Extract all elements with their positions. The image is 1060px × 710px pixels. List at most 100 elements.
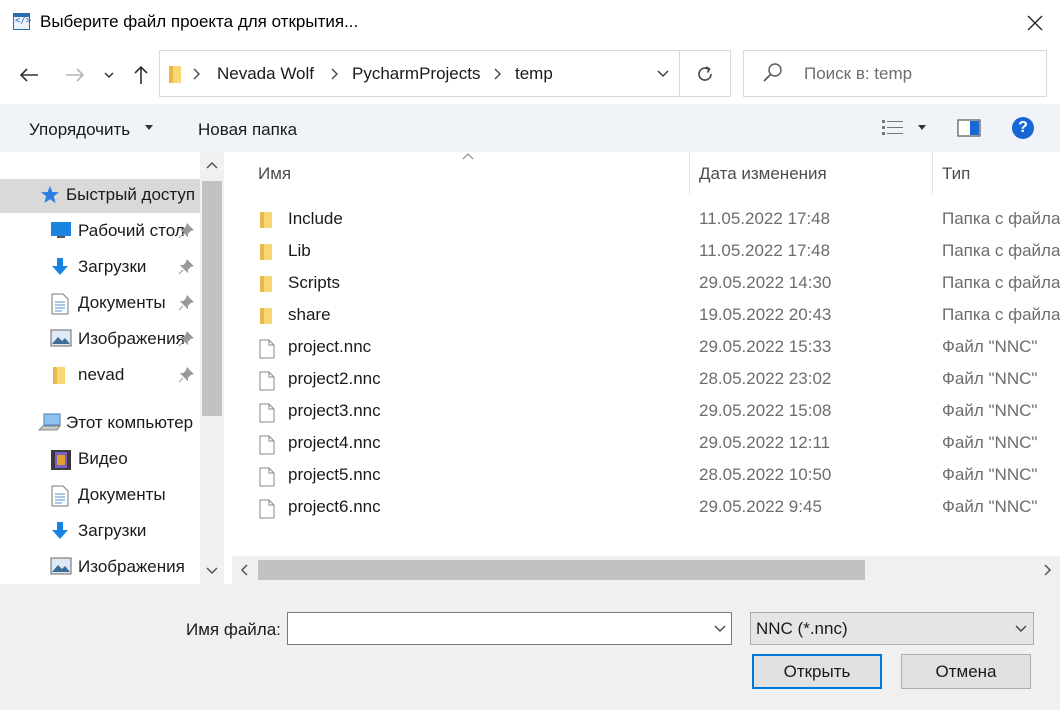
caret-down-icon[interactable] <box>918 125 926 130</box>
file-type: Папка с файлами <box>942 241 1060 260</box>
file-icon <box>259 403 275 423</box>
file-name: project6.nnc <box>288 497 381 516</box>
file-row[interactable]: project6.nnc 29.05.2022 9:45 Файл "NNC" <box>232 492 1060 524</box>
file-row[interactable]: Include 11.05.2022 17:48 Папка с файлами <box>232 204 1060 236</box>
close-icon <box>1027 15 1043 31</box>
file-row[interactable]: project2.nnc 28.05.2022 23:02 Файл "NNC" <box>232 364 1060 396</box>
file-type: Файл "NNC" <box>942 465 1038 484</box>
nav-scrollbar[interactable] <box>200 152 224 584</box>
chevron-right-icon <box>494 68 501 80</box>
nav-item-downloads[interactable]: Загрузки <box>0 251 200 285</box>
filename-dropdown-button[interactable] <box>708 613 732 644</box>
address-dropdown-button[interactable] <box>647 51 679 96</box>
column-divider[interactable] <box>932 152 933 194</box>
window-title: Выберите файл проекта для открытия... <box>40 12 359 31</box>
nav-item-pictures-pc[interactable]: Изображения <box>0 551 200 584</box>
column-divider[interactable] <box>689 152 690 194</box>
scroll-up-button[interactable] <box>200 156 224 174</box>
nav-item-documents-pc[interactable]: Документы <box>0 479 200 513</box>
new-folder-button[interactable]: Новая папка <box>198 120 297 140</box>
breadcrumb-item[interactable]: PycharmProjects <box>352 64 480 84</box>
folder-icon <box>260 244 272 260</box>
filename-label: Имя файла: <box>186 620 281 639</box>
file-row[interactable]: Lib 11.05.2022 17:48 Папка с файлами <box>232 236 1060 268</box>
scroll-right-button[interactable] <box>1036 556 1060 584</box>
file-row[interactable]: project3.nnc 29.05.2022 15:08 Файл "NNC" <box>232 396 1060 428</box>
caret-down-icon <box>145 125 153 130</box>
back-button[interactable] <box>14 60 44 90</box>
app-icon: </> <box>13 13 31 30</box>
file-name: share <box>288 305 331 324</box>
cancel-button[interactable]: Отмена <box>901 654 1031 689</box>
nav-item-quick-access[interactable]: Быстрый доступ <box>0 179 200 213</box>
nav-item-video[interactable]: Видео <box>0 443 200 477</box>
preview-pane-icon[interactable] <box>957 119 981 137</box>
breadcrumb-item[interactable]: Nevada Wolf <box>217 64 314 84</box>
organize-button[interactable]: Упорядочить <box>29 120 130 140</box>
pin-icon <box>178 331 194 347</box>
nav-item-pictures[interactable]: Изображения <box>0 323 200 357</box>
open-button[interactable]: Открыть <box>752 654 882 689</box>
dialog-footer: Имя файла: NNC (*.nnc) Открыть Отмена <box>0 584 1060 710</box>
view-options-icon[interactable] <box>881 118 905 138</box>
nav-item-downloads-pc[interactable]: Загрузки <box>0 515 200 549</box>
file-name: Include <box>288 209 343 228</box>
file-row[interactable]: Scripts 29.05.2022 14:30 Папка с файлами <box>232 268 1060 300</box>
column-header-date[interactable]: Дата изменения <box>699 164 827 184</box>
scroll-down-button[interactable] <box>200 562 224 580</box>
file-name: project5.nnc <box>288 465 381 484</box>
nav-item-label: Загрузки <box>78 257 147 276</box>
chevron-right-icon <box>193 68 200 80</box>
file-date: 29.05.2022 15:33 <box>699 337 832 356</box>
arrow-up-icon <box>134 65 148 84</box>
file-row[interactable]: share 19.05.2022 20:43 Папка с файлами <box>232 300 1060 332</box>
nav-item-this-pc[interactable]: Этот компьютер <box>0 407 200 441</box>
nav-item-nevad[interactable]: nevad <box>0 359 200 393</box>
file-date: 29.05.2022 9:45 <box>699 497 822 516</box>
nav-item-label: Этот компьютер <box>66 413 194 432</box>
chevron-down-icon <box>1015 625 1027 632</box>
document-icon <box>51 293 69 315</box>
scroll-left-button[interactable] <box>232 556 256 584</box>
folder-icon <box>53 367 65 384</box>
file-type: Файл "NNC" <box>942 497 1038 516</box>
close-button[interactable] <box>1010 0 1060 46</box>
file-date: 29.05.2022 14:30 <box>699 273 832 292</box>
file-name: project.nnc <box>288 337 372 356</box>
nav-item-label: Быстрый доступ <box>66 185 196 204</box>
search-icon <box>763 63 782 82</box>
scroll-thumb[interactable] <box>258 560 865 580</box>
refresh-button[interactable] <box>680 50 731 97</box>
pin-icon <box>178 295 194 311</box>
forward-button[interactable] <box>60 60 90 90</box>
breadcrumb-item[interactable]: temp <box>515 64 553 84</box>
file-row[interactable]: project.nnc 29.05.2022 15:33 Файл "NNC" <box>232 332 1060 364</box>
scroll-thumb[interactable] <box>202 181 222 416</box>
nav-item-documents[interactable]: Документы <box>0 287 200 321</box>
filename-input[interactable] <box>287 612 732 645</box>
nav-item-label: Загрузки <box>78 521 147 540</box>
recent-locations-button[interactable] <box>99 60 119 90</box>
up-button[interactable] <box>126 60 156 90</box>
address-bar[interactable]: Nevada Wolf PycharmProjects temp <box>159 50 680 97</box>
nav-item-label: Изображения <box>78 329 185 348</box>
nav-item-desktop[interactable]: Рабочий стол <box>0 215 200 249</box>
pin-icon <box>178 367 194 383</box>
pictures-icon <box>50 557 72 575</box>
column-header-name[interactable]: Имя <box>258 164 291 184</box>
file-date: 19.05.2022 20:43 <box>699 305 832 324</box>
search-box[interactable]: Поиск в: temp <box>743 50 1047 97</box>
horizontal-scrollbar[interactable] <box>232 556 1060 584</box>
file-type: Файл "NNC" <box>942 433 1038 452</box>
file-name: project4.nnc <box>288 433 381 452</box>
file-type: Файл "NNC" <box>942 369 1038 388</box>
arrow-right-icon <box>66 68 85 82</box>
help-icon[interactable]: ? <box>1012 117 1034 139</box>
file-row[interactable]: project4.nnc 29.05.2022 12:11 Файл "NNC" <box>232 428 1060 460</box>
file-row[interactable]: project5.nnc 28.05.2022 10:50 Файл "NNC" <box>232 460 1060 492</box>
file-type-filter[interactable]: NNC (*.nnc) <box>750 612 1034 645</box>
filter-dropdown-button[interactable] <box>1009 613 1033 644</box>
column-header-type[interactable]: Тип <box>942 164 970 184</box>
search-placeholder: Поиск в: temp <box>804 64 913 83</box>
title-bar: </> Выберите файл проекта для открытия..… <box>0 0 1060 46</box>
